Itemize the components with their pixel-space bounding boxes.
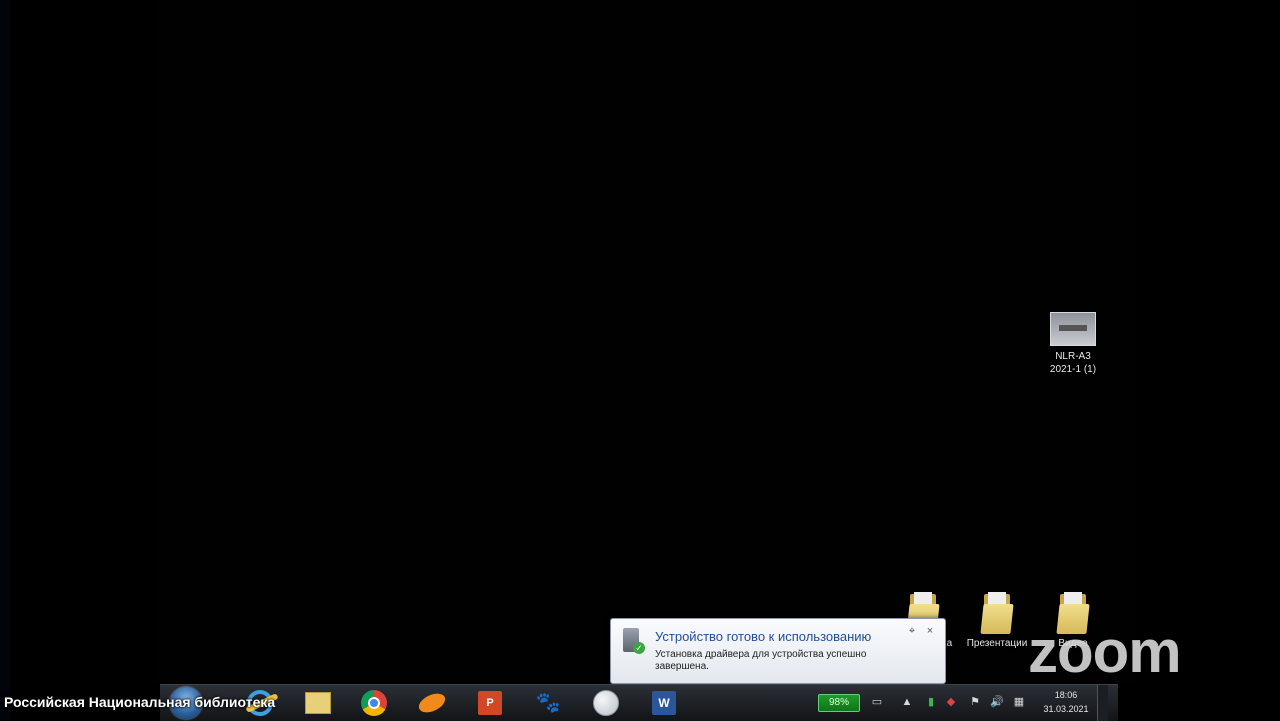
device-installed-icon: ✓ bbox=[621, 628, 645, 656]
taskbar-app-file-explorer[interactable] bbox=[302, 687, 334, 719]
paint-icon bbox=[593, 690, 619, 716]
close-icon[interactable]: × bbox=[923, 624, 937, 638]
taskbar: P 🐾 W 98% ▭ ▲ ▮ ◆ ⚑ 🔊 ▦ 18:06 31.03.2021 bbox=[160, 684, 1118, 721]
desktop-icon-label-line1: NLR-A3 bbox=[1055, 351, 1091, 362]
chrome-icon bbox=[361, 690, 387, 716]
folder-icon bbox=[980, 592, 1014, 634]
clock-date: 31.03.2021 bbox=[1043, 704, 1089, 714]
taskbar-app-chrome[interactable] bbox=[358, 687, 390, 719]
document-thumbnail-icon bbox=[1050, 312, 1096, 346]
orange-app-icon bbox=[415, 689, 449, 717]
word-icon: W bbox=[652, 691, 676, 715]
folder-icon bbox=[305, 692, 331, 714]
taskbar-app-paint[interactable] bbox=[590, 687, 622, 719]
device-ready-notification[interactable]: ✓ Устройство готово к использованию Уста… bbox=[610, 618, 946, 684]
show-hidden-icons-icon[interactable]: ▲ bbox=[900, 695, 914, 709]
network-icon[interactable]: ▮ bbox=[924, 695, 938, 709]
desktop-icon-nlr-a3[interactable]: NLR-A3 2021-1 (1) bbox=[1040, 312, 1106, 376]
zoom-watermark-logo: zoom bbox=[1028, 618, 1182, 685]
desktop-icon-label-line2: 2021-1 (1) bbox=[1049, 364, 1097, 375]
volume-icon[interactable]: 🔊 bbox=[990, 695, 1004, 709]
screen-edge-shadow bbox=[0, 0, 10, 720]
security-icon[interactable]: ◆ bbox=[944, 695, 958, 709]
notification-body: Установка драйвера для устройства успешн… bbox=[655, 649, 867, 672]
taskbar-app-word[interactable]: W bbox=[648, 687, 680, 719]
show-desktop-button[interactable] bbox=[1097, 685, 1108, 721]
battery-indicator[interactable]: 98% bbox=[818, 694, 860, 712]
language-icon[interactable]: ▦ bbox=[1012, 695, 1026, 709]
taskbar-app-powerpoint[interactable]: P bbox=[474, 687, 506, 719]
system-tray: 98% ▭ ▲ ▮ ◆ ⚑ 🔊 ▦ 18:06 31.03.2021 bbox=[808, 685, 1108, 721]
taskbar-app-orange[interactable] bbox=[415, 687, 449, 719]
clock[interactable]: 18:06 31.03.2021 bbox=[1036, 688, 1096, 716]
paw-icon: 🐾 bbox=[535, 692, 561, 714]
notification-title: Устройство готово к использованию bbox=[655, 629, 872, 644]
folder-label: Презентации bbox=[966, 638, 1028, 649]
taskbar-app-paw[interactable]: 🐾 bbox=[532, 687, 564, 719]
powerpoint-icon: P bbox=[478, 691, 502, 715]
clock-time: 18:06 bbox=[1054, 690, 1078, 700]
camera-icon[interactable]: ▭ bbox=[870, 695, 884, 709]
action-center-icon[interactable]: ⚑ bbox=[968, 695, 982, 709]
desktop-background bbox=[155, 0, 1135, 684]
desktop-folder-presentations[interactable]: Презентации bbox=[962, 592, 1032, 650]
pin-icon[interactable]: ⌖ bbox=[905, 624, 919, 638]
video-caption: Российская Национальная библиотека bbox=[4, 694, 276, 710]
